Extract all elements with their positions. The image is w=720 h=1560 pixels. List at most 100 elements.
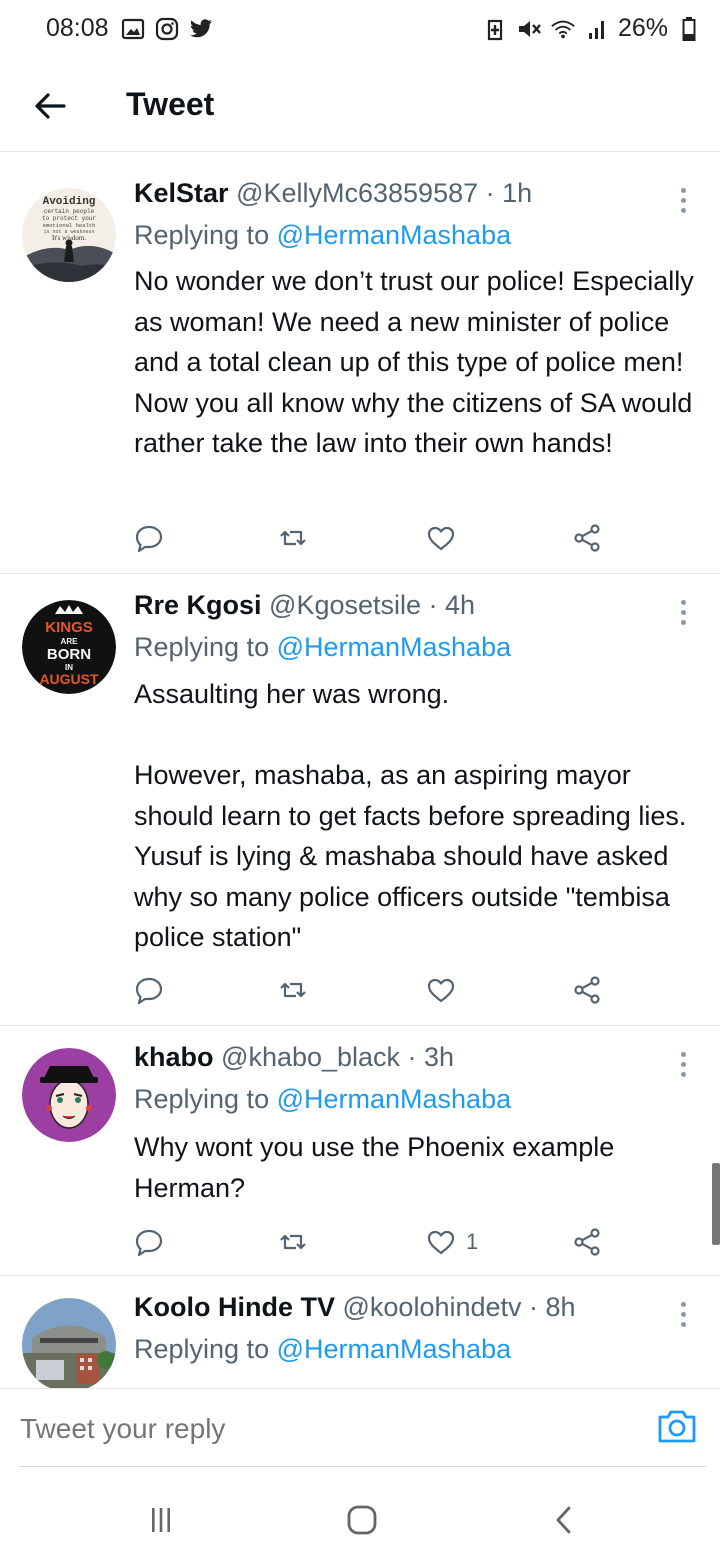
- more-options-button[interactable]: [668, 1294, 698, 1334]
- tweet-text: Why wont you use the Phoenix example Her…: [134, 1132, 622, 1203]
- home-icon: [347, 1505, 377, 1535]
- reply-button[interactable]: [134, 1222, 164, 1262]
- more-options-button[interactable]: [668, 592, 698, 632]
- share-icon: [574, 976, 600, 1004]
- share-button[interactable]: [572, 518, 602, 558]
- display-name[interactable]: Rre Kgosi: [134, 590, 262, 620]
- like-button[interactable]: [426, 518, 466, 558]
- display-name[interactable]: Koolo Hinde TV: [134, 1292, 335, 1322]
- tweet-header: khabo @khabo_black · 3h: [134, 1042, 660, 1073]
- tweet-card[interactable]: khabo @khabo_black · 3h Replying to @Her…: [0, 1026, 720, 1276]
- back-arrow-icon: [35, 93, 66, 119]
- twitter-icon: [188, 16, 214, 42]
- svg-text:to protect your: to protect your: [42, 215, 96, 222]
- handle-timestamp: @koolohindetv · 8h: [342, 1292, 576, 1322]
- mention-link[interactable]: @HermanMashaba: [277, 220, 512, 250]
- heart-icon: [427, 978, 455, 1003]
- camera-button[interactable]: [656, 1405, 698, 1447]
- heart-icon: [427, 526, 455, 551]
- share-icon: [574, 1228, 600, 1256]
- wifi-icon: [550, 16, 576, 42]
- like-count: 1: [466, 1229, 479, 1254]
- mute-icon: [516, 16, 542, 42]
- system-nav-bar: [0, 1480, 720, 1560]
- home-button[interactable]: [342, 1500, 382, 1540]
- avatar[interactable]: Avoiding certain people to protect your …: [22, 188, 116, 282]
- tweet-header: Koolo Hinde TV @koolohindetv · 8h: [134, 1292, 660, 1323]
- svg-text:certain people: certain people: [44, 208, 95, 215]
- tweet-card[interactable]: KINGS ARE BORN IN AUGUST Rre Kgosi @Kgos…: [0, 574, 720, 1026]
- battery-icon: [676, 16, 702, 42]
- svg-text:ARE: ARE: [61, 637, 79, 646]
- like-button[interactable]: 1: [426, 1222, 478, 1262]
- avatar-text: Avoiding: [43, 196, 96, 208]
- retweet-button[interactable]: [278, 518, 308, 558]
- back-button[interactable]: [24, 82, 76, 130]
- replying-to: Replying to @HermanMashaba: [134, 1334, 512, 1364]
- instagram-icon: [154, 16, 180, 42]
- more-options-button[interactable]: [668, 180, 698, 220]
- replying-to: Replying to @HermanMashaba: [134, 1084, 512, 1114]
- saver-icon: [482, 16, 508, 42]
- share-button[interactable]: [572, 1222, 602, 1262]
- svg-text:emotional health: emotional health: [43, 222, 96, 229]
- notification-icons: [120, 16, 214, 42]
- back-icon: [556, 1506, 571, 1534]
- avatar-text: KINGS: [45, 619, 93, 636]
- mention-link[interactable]: @HermanMashaba: [277, 1084, 512, 1114]
- handle-timestamp: @Kgosetsile · 4h: [269, 590, 476, 620]
- svg-text:It's wisdom.: It's wisdom.: [52, 234, 86, 242]
- mention-link[interactable]: @HermanMashaba: [277, 632, 512, 662]
- tweet-actions: [134, 970, 604, 1010]
- tweet-card[interactable]: Koolo Hinde TV @koolohindetv · 8h Replyi…: [0, 1276, 720, 1388]
- reply-input[interactable]: [20, 1407, 630, 1451]
- tweet-card[interactable]: Avoiding certain people to protect your …: [0, 160, 720, 574]
- display-name[interactable]: KelStar: [134, 178, 229, 208]
- heart-icon: [427, 1230, 455, 1255]
- more-icon: [680, 1051, 686, 1057]
- top-app-bar: Tweet: [0, 60, 720, 152]
- page-title: Tweet: [126, 86, 215, 122]
- recent-apps-button[interactable]: [141, 1500, 181, 1540]
- reply-icon: [135, 525, 163, 553]
- avatar[interactable]: KINGS ARE BORN IN AUGUST: [22, 600, 116, 694]
- svg-text:AUGUST: AUGUST: [39, 671, 99, 687]
- scrollbar-thumb[interactable]: [712, 1163, 720, 1245]
- share-button[interactable]: [572, 970, 602, 1010]
- nav-back-button[interactable]: [544, 1500, 584, 1540]
- reply-icon: [135, 977, 163, 1005]
- like-button[interactable]: [426, 970, 466, 1010]
- battery-percent: 26%: [617, 14, 668, 42]
- tweet-header: Rre Kgosi @Kgosetsile · 4h: [134, 590, 660, 621]
- retweet-icon: [280, 982, 306, 998]
- signal-icon: [584, 16, 610, 42]
- system-icons: 26%: [482, 14, 702, 43]
- mention-link[interactable]: @HermanMashaba: [277, 1334, 512, 1364]
- reply-icon: [135, 1229, 163, 1257]
- retweet-button[interactable]: [278, 1222, 308, 1262]
- tweet-text: Assaulting her was wrong. However, masha…: [134, 679, 687, 952]
- tweet-text: No wonder we don’t trust our police! Esp…: [134, 266, 702, 458]
- reply-button[interactable]: [134, 518, 164, 558]
- reply-feed[interactable]: Avoiding certain people to protect your …: [0, 160, 720, 1388]
- retweet-button[interactable]: [278, 970, 308, 1010]
- avatar[interactable]: [22, 1048, 116, 1142]
- replying-to: Replying to @HermanMashaba: [134, 632, 512, 662]
- handle-timestamp: @KellyMc63859587 · 1h: [236, 178, 533, 208]
- recent-apps-icon: [152, 1508, 170, 1532]
- display-name[interactable]: khabo: [134, 1042, 214, 1072]
- tweet-header: KelStar @KellyMc63859587 · 1h: [134, 178, 660, 209]
- more-icon: [680, 1301, 686, 1307]
- status-bar: 08:08 26%: [0, 0, 720, 60]
- handle-timestamp: @khabo_black · 3h: [221, 1042, 455, 1072]
- more-options-button[interactable]: [668, 1044, 698, 1084]
- composer-divider: [20, 1466, 706, 1467]
- retweet-icon: [280, 1234, 306, 1250]
- more-icon: [680, 187, 686, 193]
- svg-text:BORN: BORN: [47, 646, 91, 663]
- gallery-icon: [120, 16, 146, 42]
- status-time: 08:08: [46, 14, 109, 42]
- avatar[interactable]: [22, 1298, 116, 1388]
- reply-button[interactable]: [134, 970, 164, 1010]
- more-icon: [680, 599, 686, 605]
